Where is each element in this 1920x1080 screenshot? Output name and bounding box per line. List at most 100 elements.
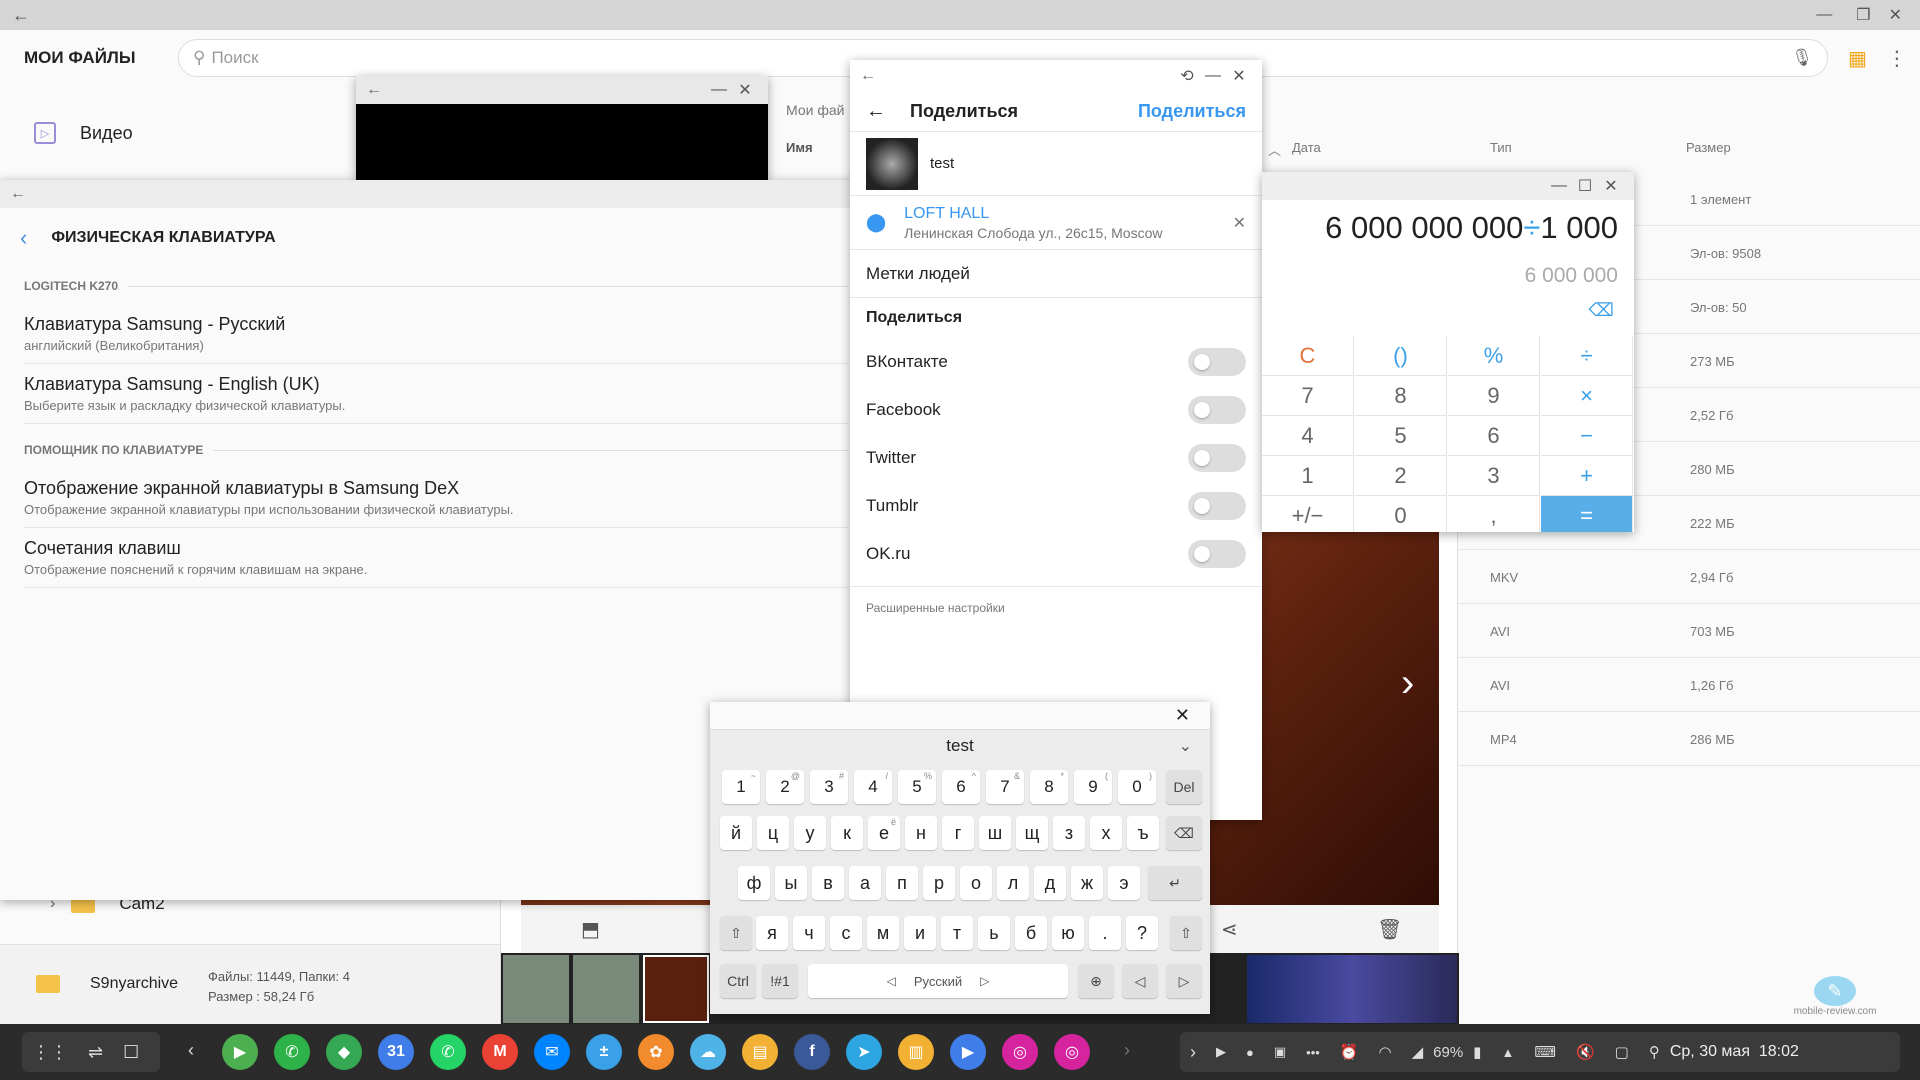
key-letter[interactable]: .: [1089, 916, 1121, 950]
column-header-size[interactable]: Размер: [1686, 140, 1731, 155]
search-icon[interactable]: ⚲: [1649, 1043, 1660, 1061]
ctrl-key[interactable]: Ctrl: [720, 964, 756, 998]
back-arrow-icon[interactable]: ←: [366, 81, 382, 99]
sort-arrow-icon[interactable]: ︿: [1268, 140, 1281, 159]
column-header-name[interactable]: Имя: [786, 140, 813, 155]
chevron-right-icon[interactable]: ›: [1190, 1042, 1196, 1063]
key-letter[interactable]: ф: [738, 866, 770, 900]
key-letter[interactable]: ь: [978, 916, 1010, 950]
key-letter[interactable]: я: [756, 916, 788, 950]
alarm-icon[interactable]: ⏰: [1340, 1043, 1359, 1061]
video-icon[interactable]: ▶: [950, 1034, 986, 1070]
mute-icon[interactable]: 🔇: [1576, 1043, 1595, 1061]
advanced-settings-link[interactable]: Расширенные настройки: [850, 586, 1262, 629]
more-options-icon[interactable]: ⋮: [1887, 46, 1907, 71]
thumbnail-selected[interactable]: [643, 955, 709, 1023]
share-toggle[interactable]: [1188, 492, 1246, 520]
language-key[interactable]: ⊕: [1078, 964, 1114, 998]
key-number[interactable]: 7 &: [986, 770, 1024, 804]
grid-view-icon[interactable]: ▦: [1848, 46, 1867, 71]
key-number[interactable]: 0): [1118, 770, 1156, 804]
calculator-key[interactable]: 8: [1355, 376, 1447, 416]
chevron-left-icon[interactable]: ‹: [20, 225, 27, 251]
key-letter[interactable]: её: [868, 816, 900, 850]
shift-key[interactable]: ⇧: [720, 916, 752, 950]
key-number[interactable]: 2 @: [766, 770, 804, 804]
cursor-right-key[interactable]: ▷: [1166, 964, 1202, 998]
share-icon[interactable]: ⋖: [1221, 917, 1238, 942]
minimize-icon[interactable]: —: [1200, 67, 1226, 85]
close-icon[interactable]: ✕: [1598, 176, 1624, 196]
back-arrow-icon[interactable]: ←: [10, 185, 26, 203]
thumbnail[interactable]: [1247, 955, 1457, 1023]
back-arrow-icon[interactable]: ←: [860, 67, 876, 85]
calculator-key[interactable]: (): [1355, 336, 1447, 376]
settings-item[interactable]: Сочетания клавиш Отображение пояснений к …: [24, 528, 848, 588]
backspace-icon[interactable]: ⌫: [1589, 300, 1614, 321]
share-toggle[interactable]: [1188, 396, 1246, 424]
key-letter[interactable]: г: [942, 816, 974, 850]
key-letter[interactable]: а: [849, 866, 881, 900]
settings-item[interactable]: Клавиатура Samsung - Русский английский (…: [24, 304, 848, 364]
telegram-icon[interactable]: ➤: [846, 1034, 882, 1070]
calculator-key[interactable]: 7: [1262, 376, 1354, 416]
calculator-key[interactable]: 2: [1355, 456, 1447, 496]
key-letter[interactable]: х: [1090, 816, 1122, 850]
search-input[interactable]: Поиск: [211, 48, 258, 68]
calculator-key[interactable]: −: [1541, 416, 1633, 456]
maximize-icon[interactable]: ☐: [1572, 176, 1598, 196]
calculator-key[interactable]: ,: [1448, 496, 1540, 532]
close-icon[interactable]: ✕: [1175, 705, 1190, 726]
calculator-key[interactable]: C: [1262, 336, 1354, 376]
key-letter[interactable]: р: [923, 866, 955, 900]
close-icon[interactable]: ✕: [1226, 66, 1252, 86]
rotate-icon[interactable]: ⟲: [1174, 66, 1200, 86]
key-number[interactable]: 8 *: [1030, 770, 1068, 804]
key-letter[interactable]: п: [886, 866, 918, 900]
close-icon[interactable]: ✕: [732, 80, 758, 100]
minimize-icon[interactable]: —: [1816, 6, 1832, 24]
key-number[interactable]: 4/: [854, 770, 892, 804]
calendar-icon[interactable]: 31: [378, 1034, 414, 1070]
calculator-key[interactable]: =: [1541, 496, 1633, 532]
microphone-icon[interactable]: 🎙: [1791, 48, 1813, 68]
video-surface[interactable]: [356, 104, 768, 180]
caption-input[interactable]: test: [930, 155, 954, 172]
tag-people-row[interactable]: Метки людей: [850, 250, 1262, 298]
key-number[interactable]: 9(: [1074, 770, 1112, 804]
instagram-icon[interactable]: ◎: [1002, 1034, 1038, 1070]
calculator-key[interactable]: ÷: [1541, 336, 1633, 376]
key-letter[interactable]: в: [812, 866, 844, 900]
dex-icon[interactable]: ▢: [1615, 1043, 1629, 1061]
gmail-icon[interactable]: M: [482, 1034, 518, 1070]
key-letter[interactable]: д: [1034, 866, 1066, 900]
key-letter[interactable]: у: [794, 816, 826, 850]
screenshot-icon[interactable]: ▣: [1274, 1044, 1286, 1060]
clock[interactable]: Ср, 30 мая 18:02: [1670, 1043, 1799, 1061]
keyboard-icon[interactable]: ⌨: [1534, 1043, 1556, 1061]
circle-icon[interactable]: ●: [1246, 1045, 1254, 1060]
remove-location-icon[interactable]: ✕: [1233, 213, 1246, 233]
key-letter[interactable]: щ: [1016, 816, 1048, 850]
key-letter[interactable]: ъ: [1127, 816, 1159, 850]
calculator-key[interactable]: 6: [1448, 416, 1540, 456]
key-number[interactable]: 3 #: [810, 770, 848, 804]
calculator-key[interactable]: 9: [1448, 376, 1540, 416]
chevron-right-icon[interactable]: ›: [1124, 1040, 1130, 1061]
key-letter[interactable]: т: [941, 916, 973, 950]
symbols-key[interactable]: !#1: [762, 964, 798, 998]
calculator-key[interactable]: 0: [1355, 496, 1447, 532]
key-letter[interactable]: н: [905, 816, 937, 850]
recent-apps-icon[interactable]: ⇌: [88, 1042, 103, 1063]
key-letter[interactable]: с: [830, 916, 862, 950]
share-action-button[interactable]: Поделиться: [1138, 101, 1246, 122]
share-toggle[interactable]: [1188, 348, 1246, 376]
backspace-key[interactable]: ⌫: [1166, 816, 1202, 850]
key-number[interactable]: 1 ~: [722, 770, 760, 804]
play-icon[interactable]: ▶: [1216, 1044, 1226, 1060]
calculator-key[interactable]: +/−: [1262, 496, 1354, 532]
sidebar-item-video[interactable]: ▷ Видео: [34, 122, 133, 144]
edit-icon[interactable]: ⬒: [581, 917, 600, 942]
key-letter[interactable]: ю: [1052, 916, 1084, 950]
key-letter[interactable]: ш: [979, 816, 1011, 850]
